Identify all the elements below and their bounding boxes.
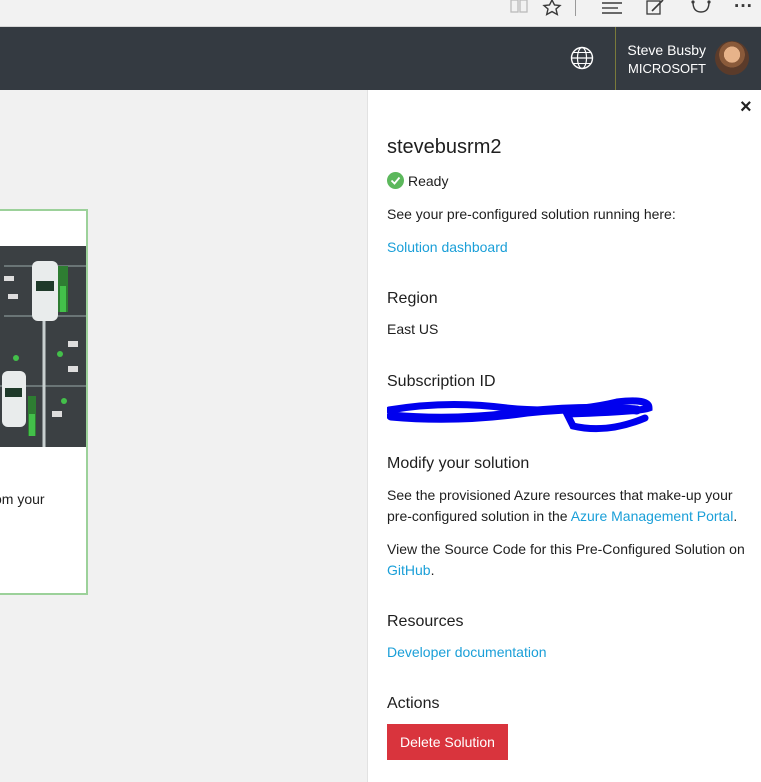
app-header — [0, 27, 761, 90]
azure-portal-link[interactable]: Azure Management Portal — [571, 508, 734, 524]
intro-text: See your pre-configured solution running… — [387, 206, 676, 222]
status-badge: Ready — [387, 172, 448, 189]
avatar[interactable] — [715, 41, 749, 75]
modify-suffix: . — [733, 508, 738, 524]
toolbar-separator — [575, 0, 576, 16]
resources-heading: Resources — [387, 613, 464, 630]
github-suffix: . — [430, 562, 435, 578]
developer-documentation-link[interactable]: Developer documentation — [387, 644, 547, 660]
share-icon[interactable] — [690, 0, 712, 18]
solution-card-image — [0, 246, 86, 447]
solution-name: stevebusrm2 — [387, 136, 502, 158]
user-organization[interactable]: MICROSOFT — [600, 61, 706, 76]
user-name[interactable]: Steve Busby — [600, 42, 706, 58]
github-line: GitHub. — [387, 562, 434, 578]
details-panel — [367, 90, 761, 782]
checkmark-icon — [387, 172, 404, 189]
github-link[interactable]: GitHub — [387, 562, 431, 578]
modify-heading: Modify your solution — [387, 455, 530, 472]
subscription-heading: Subscription ID — [387, 373, 496, 390]
solution-dashboard-link[interactable]: Solution dashboard — [387, 239, 508, 255]
globe-icon[interactable] — [570, 46, 594, 70]
favorite-star-icon[interactable] — [541, 0, 563, 18]
modify-description-line2: pre-configured solution in the Azure Man… — [387, 508, 737, 524]
region-heading: Region — [387, 290, 438, 307]
actions-heading: Actions — [387, 695, 440, 712]
solution-card[interactable]: om your — [0, 209, 88, 595]
region-value: East US — [387, 321, 439, 337]
redaction-scribble — [387, 397, 653, 433]
header-divider — [615, 27, 616, 90]
reading-view-icon[interactable] — [509, 0, 529, 16]
web-note-icon[interactable] — [646, 0, 666, 18]
status-text: Ready — [408, 172, 449, 189]
source-description: View the Source Code for this Pre-Config… — [387, 541, 745, 557]
more-icon[interactable]: ··· — [734, 0, 753, 16]
modify-prefix: pre-configured solution in the — [387, 508, 571, 524]
close-icon[interactable]: × — [740, 96, 752, 119]
delete-solution-button[interactable]: Delete Solution — [387, 724, 508, 760]
modify-description-line1: See the provisioned Azure resources that… — [387, 487, 733, 503]
browser-toolbar: ··· — [0, 0, 761, 27]
hub-icon[interactable] — [602, 0, 624, 16]
solution-card-description: om your — [0, 491, 45, 507]
